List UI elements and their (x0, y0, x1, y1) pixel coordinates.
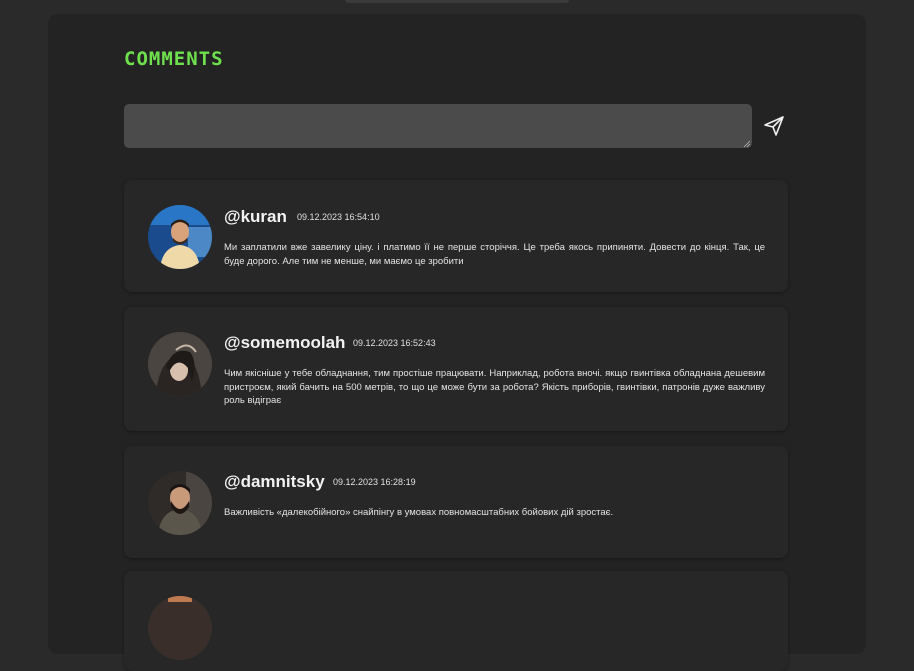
resize-grip-icon[interactable] (743, 140, 751, 148)
comment-username[interactable]: @kuran (224, 207, 287, 227)
comment-card (124, 571, 788, 671)
avatar[interactable] (148, 596, 212, 660)
comment-input[interactable] (124, 104, 752, 148)
send-icon[interactable] (762, 114, 786, 138)
comment-text: Чим якісніше у тебе обладнання, тим прос… (224, 368, 765, 406)
avatar[interactable] (148, 332, 212, 396)
comment-timestamp: 09.12.2023 16:28:19 (333, 477, 416, 487)
comment-username[interactable]: @somemoolah (224, 333, 345, 353)
comment-card: @kuran 09.12.2023 16:54:10 Ми заплатили … (124, 180, 788, 292)
section-title: COMMENTS (124, 48, 224, 70)
avatar[interactable] (148, 471, 212, 535)
comment-card: @somemoolah 09.12.2023 16:52:43 Чим якіс… (124, 307, 788, 431)
comments-panel: COMMENTS @kuran 09.12.2023 16:54:10 Ми з… (48, 14, 866, 671)
comment-timestamp: 09.12.2023 16:54:10 (297, 212, 380, 222)
comment-username[interactable]: @damnitsky (224, 472, 325, 492)
comment-card: @damnitsky 09.12.2023 16:28:19 Важливіст… (124, 446, 788, 558)
comment-timestamp: 09.12.2023 16:52:43 (353, 338, 436, 348)
comment-text: Ми заплатили вже завелику ціну. і платим… (224, 242, 765, 267)
top-tab-indicator (345, 0, 569, 3)
comment-text: Важливість «далекобійного» снайпінгу в у… (224, 507, 614, 518)
avatar[interactable] (148, 205, 212, 269)
